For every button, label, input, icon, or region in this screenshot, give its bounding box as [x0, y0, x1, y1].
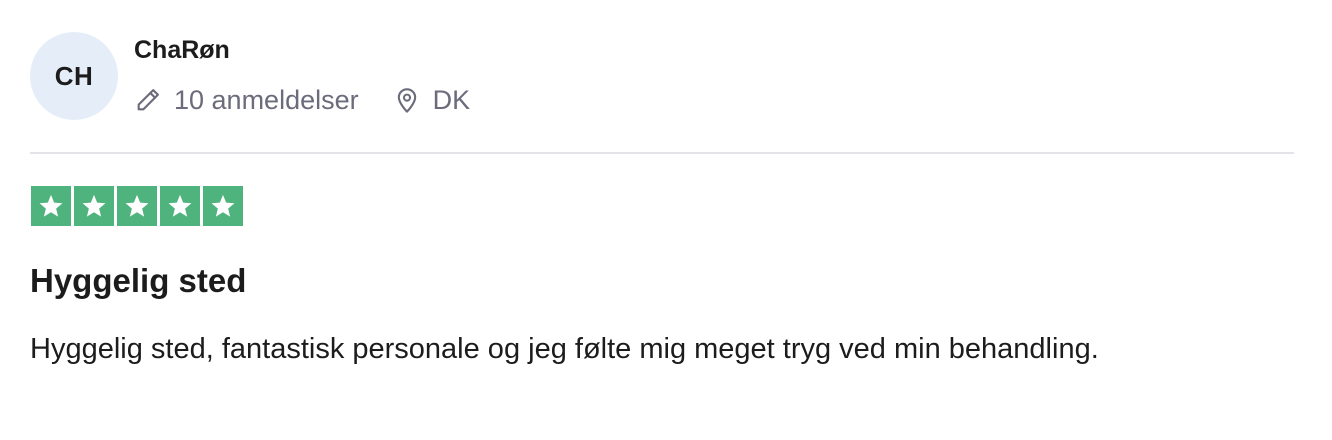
star-icon — [203, 186, 243, 226]
divider — [30, 152, 1294, 154]
star-icon — [31, 186, 71, 226]
star-icon — [117, 186, 157, 226]
location-pin-icon — [393, 86, 421, 114]
star-icon — [74, 186, 114, 226]
avatar[interactable]: CH — [30, 32, 118, 120]
star-icon — [160, 186, 200, 226]
avatar-initials: CH — [54, 60, 94, 91]
reviewer-location: DK — [393, 84, 471, 116]
review-title[interactable]: Hyggelig sted — [30, 262, 246, 300]
reviewer-name[interactable]: ChaRøn — [134, 36, 230, 65]
reviewer-meta: 10 anmeldelser DK — [134, 82, 470, 118]
pencil-icon — [134, 86, 162, 114]
review-count[interactable]: 10 anmeldelser — [134, 85, 359, 116]
review-count-label: 10 anmeldelser — [174, 84, 359, 115]
reviewer-country: DK — [432, 84, 471, 115]
star-rating — [31, 186, 243, 226]
review-text: Hyggelig sted, fantastisk personale og j… — [30, 333, 1099, 365]
